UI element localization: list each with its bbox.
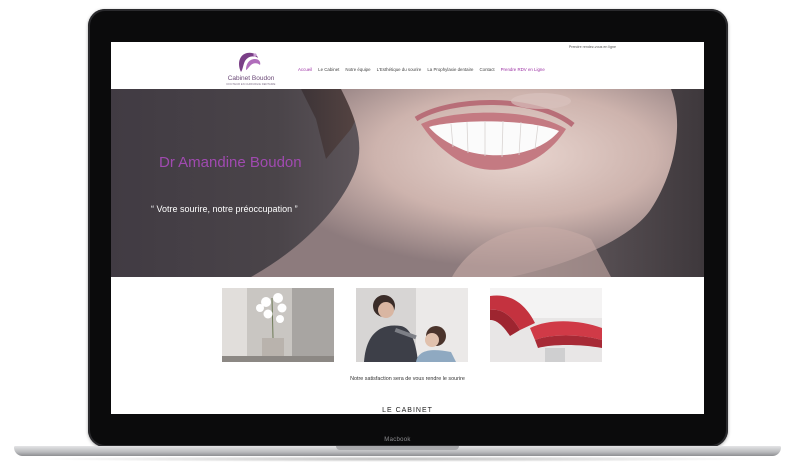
- gallery-caption: Notre satisfaction sera de vous rendre l…: [350, 376, 465, 382]
- logo-tagline: DOCTEUR EN CHIRURGIE DENTAIRE: [226, 83, 276, 86]
- website-screen: Prendre rendez-vous en ligne Cabinet Bou…: [111, 42, 704, 414]
- nav-book-online[interactable]: Prendre RDV en Ligne: [501, 67, 545, 72]
- book-online-top-link[interactable]: Prendre rendez-vous en ligne: [569, 45, 616, 49]
- orchid-photo[interactable]: [222, 288, 334, 362]
- hero-quote: “ Votre sourire, notre préoccupation ”: [151, 204, 298, 214]
- nav-prophylaxie[interactable]: La Prophylaxie dentaire: [427, 67, 473, 72]
- nav-le-cabinet[interactable]: Le Cabinet: [318, 67, 339, 72]
- tooth-logo-icon[interactable]: [233, 50, 263, 74]
- nav-esthetique[interactable]: L'Esthétique du sourire: [377, 67, 422, 72]
- laptop-shadow: [30, 456, 765, 462]
- hero-banner: Dr Amandine Boudon “ Votre sourire, notr…: [111, 89, 704, 277]
- logo-name[interactable]: Cabinet Boudon: [223, 75, 279, 82]
- nav-accueil[interactable]: Accueil: [298, 67, 312, 72]
- main-nav: Accueil Le Cabinet Notre équipe L'Esthét…: [298, 67, 545, 72]
- nav-notre-equipe[interactable]: Notre équipe: [345, 67, 370, 72]
- smiling-woman-image: [251, 89, 678, 277]
- dental-chair-photo[interactable]: [490, 288, 602, 362]
- nav-contact[interactable]: Contact: [479, 67, 494, 72]
- hero-title: Dr Amandine Boudon: [159, 154, 302, 171]
- device-brand-label: Macbook: [384, 437, 411, 443]
- section-title: LE CABINET: [382, 407, 433, 414]
- laptop-notch: [336, 446, 459, 450]
- dentist-treatment-photo[interactable]: [356, 288, 468, 362]
